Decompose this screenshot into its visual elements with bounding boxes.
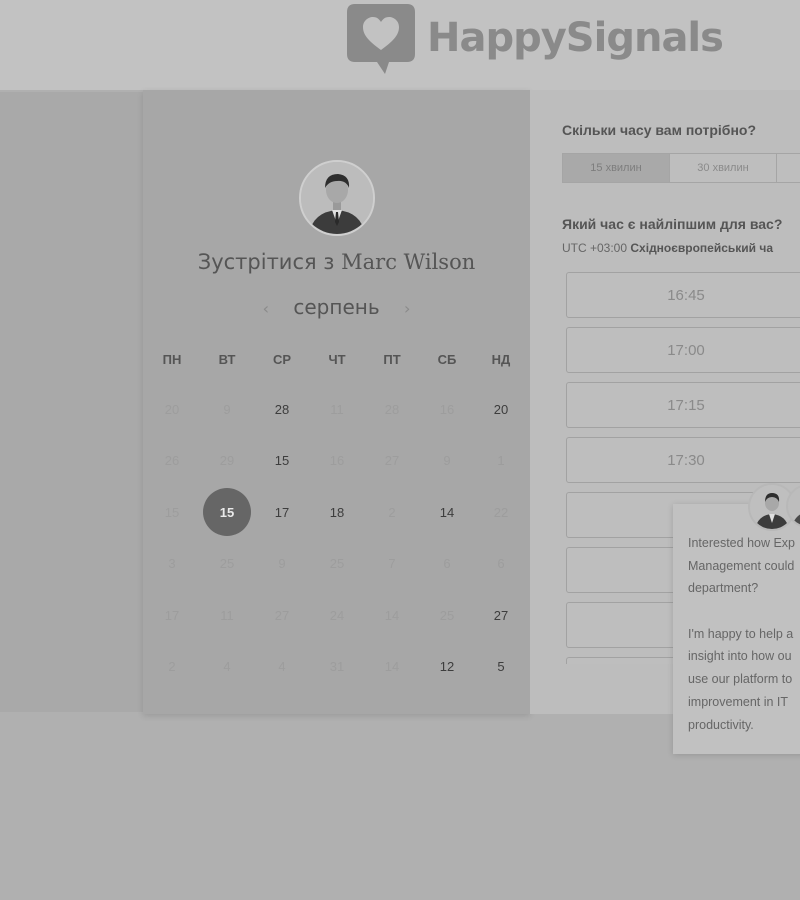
chat-line: improvement in IT	[688, 694, 789, 709]
duration-selector: 15 хвилин 30 хвилин	[562, 153, 800, 183]
calendar-day: 4	[223, 659, 231, 674]
time-slot-button[interactable]: 17:00	[566, 327, 800, 373]
calendar-day: 14	[384, 607, 400, 623]
chat-line: Management could	[688, 558, 795, 573]
calendar-day: 31	[329, 659, 345, 674]
calendar-day[interactable]: 12	[423, 643, 471, 691]
timezone-label: UTC +03:00 Східноєвропейський ча	[562, 241, 773, 255]
chat-message: Interested how Exp Management could depart…	[688, 532, 800, 736]
duration-option[interactable]	[776, 153, 800, 183]
calendar-day[interactable]: 27	[477, 591, 525, 639]
calendar-day: 27	[274, 607, 290, 623]
timezone-name[interactable]: Східноєвропейський ча	[630, 241, 773, 255]
duration-question: Скільки часу вам потрібно?	[562, 122, 757, 138]
calendar-day[interactable]: 28	[258, 385, 306, 433]
calendar-day[interactable]: 17	[258, 488, 306, 536]
calendar-day: 22	[493, 504, 509, 520]
calendar-day: 20	[164, 401, 180, 417]
calendar-day: 6	[443, 556, 451, 571]
calendar-day-selected[interactable]: 15	[203, 488, 251, 536]
timezone-offset: UTC +03:00	[562, 241, 628, 255]
calendar-day: 9	[443, 453, 451, 468]
duration-option[interactable]: 30 хвилин	[669, 153, 777, 183]
calendar-day: 16	[439, 401, 455, 417]
calendar-day: 25	[439, 607, 455, 623]
chat-line: use our platform to	[688, 672, 793, 687]
calendar-day: 11	[220, 607, 234, 623]
chat-line: insight into how ou	[688, 649, 792, 664]
calendar-day: 6	[497, 556, 505, 571]
happysignals-logo[interactable]: HappySignals	[345, 2, 724, 76]
header: HappySignals	[0, 0, 800, 90]
calendar-day: 25	[329, 556, 345, 571]
calendar-day: 2	[388, 504, 396, 520]
chat-popup[interactable]: Interested how Exp Management could depart…	[673, 504, 800, 754]
left-backdrop	[0, 92, 143, 712]
chat-line: I'm happy to help a	[688, 626, 794, 641]
calendar-day: 11	[330, 401, 344, 417]
calendar-day[interactable]: 20	[477, 385, 525, 433]
calendar-day: 25	[219, 556, 235, 571]
calendar-day: 3	[168, 556, 176, 571]
brand-name: HappySignals	[427, 15, 724, 61]
calendar-day[interactable]: 5	[477, 643, 525, 691]
calendar-grid: 20 9 28 11 28 16 20 26 29 15 16 27 9 1 15 15 17 18 2 14 22 3 2…	[143, 90, 530, 714]
calendar-day: 27	[384, 453, 400, 468]
calendar-day: 1	[497, 453, 505, 468]
calendar-day: 24	[329, 607, 345, 623]
time-slot-button[interactable]: 17:15	[566, 382, 800, 428]
calendar-day[interactable]: 14	[423, 488, 471, 536]
chat-line	[688, 600, 800, 623]
heart-speech-bubble-icon	[347, 4, 415, 74]
calendar-day: 17	[164, 607, 180, 623]
calendar-day[interactable]: 15	[258, 437, 306, 485]
calendar-day: 28	[384, 401, 400, 417]
chat-line: department?	[688, 581, 759, 596]
calendar-day: 15	[164, 504, 180, 520]
calendar-panel: Зустрітися з Marc Wilson ‹ серпень › ПН В…	[143, 90, 530, 714]
calendar-day: 14	[384, 659, 400, 674]
calendar-day: 9	[278, 556, 286, 571]
calendar-day: 26	[164, 453, 180, 468]
duration-option[interactable]: 15 хвилин	[562, 153, 670, 183]
time-slot-button[interactable]: 17:30	[566, 437, 800, 483]
calendar-day: 16	[329, 453, 345, 468]
calendar-day: 7	[388, 556, 396, 571]
time-question: Який час є найліпшим для вас?	[562, 216, 783, 232]
calendar-day: 4	[278, 659, 286, 674]
chat-line: Interested how Exp	[688, 536, 796, 550]
calendar-day: 9	[223, 401, 231, 417]
chat-line: productivity.	[688, 717, 754, 732]
calendar-day[interactable]: 18	[313, 488, 361, 536]
time-slot-button[interactable]: 16:45	[566, 272, 800, 318]
calendar-day: 2	[168, 659, 176, 674]
calendar-day: 29	[219, 453, 235, 468]
